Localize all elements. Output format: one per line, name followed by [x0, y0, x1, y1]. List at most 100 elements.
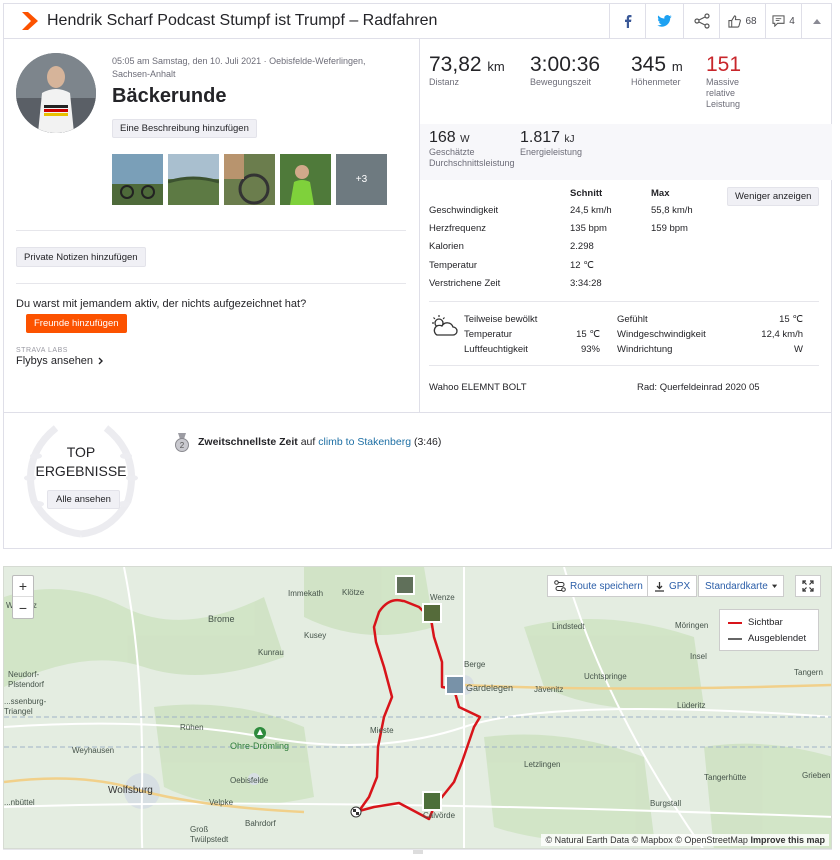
athlete-photo: [16, 53, 96, 133]
facebook-share-button[interactable]: [609, 3, 645, 39]
strava-chevron-icon: [22, 12, 38, 30]
fullscreen-button[interactable]: [795, 575, 821, 597]
map-resize-handle[interactable]: [3, 849, 832, 860]
facebook-icon: [625, 15, 632, 28]
town-label: Calvörde: [423, 811, 456, 820]
kudos-button[interactable]: 68: [719, 3, 765, 39]
map-photo-marker[interactable]: [445, 675, 465, 695]
table-row: Verstrichene Zeit 3:34:28: [429, 277, 602, 289]
col-header-avg: Schnitt: [570, 188, 603, 199]
town-label: ...nbüttel: [4, 798, 35, 807]
flybys-link[interactable]: Flybys ansehen: [16, 355, 104, 367]
town-label: Oebisfelde: [230, 776, 269, 785]
divider: [16, 283, 406, 284]
town-label: Uchtspringe: [584, 672, 627, 681]
map-photo-marker[interactable]: [422, 603, 442, 623]
gpx-button[interactable]: GPX: [647, 575, 698, 597]
device-name: Wahoo ELEMNT BOLT: [429, 382, 527, 393]
medal-icon: 2: [175, 433, 189, 452]
map-photo-marker[interactable]: [422, 791, 442, 811]
comments-button[interactable]: 4: [765, 3, 801, 39]
town-label: Bahrdorf: [245, 819, 276, 828]
town-label: Lüderitz: [677, 701, 706, 710]
add-friends-button[interactable]: Freunde hinzufügen: [26, 314, 127, 333]
town-label: Velpke: [209, 798, 234, 807]
stat-power: 168 W Geschätzte Durchschnittsleistung: [429, 129, 515, 168]
thumbs-up-icon: [728, 14, 742, 28]
group-prompt: Du warst mit jemandem aktiv, der nichts …: [16, 298, 307, 310]
page-title: Hendrik Scharf Podcast Stumpf ist Trumpf…: [47, 12, 438, 29]
route-map[interactable]: Klötze Immekath Brome Kusey Kunrau Wenze…: [3, 566, 832, 849]
segment-link[interactable]: climb to Stakenberg: [318, 436, 411, 448]
top-results-title: TOP ERGEBNISSE: [35, 444, 127, 479]
activity-location: Sachsen-Anhalt: [112, 69, 176, 79]
town-label: Grieben: [802, 771, 831, 780]
partly-cloudy-icon: [432, 315, 458, 336]
divider: [16, 230, 406, 231]
town-label: Neudorf-Plstendorf: [8, 670, 45, 689]
legend-visible[interactable]: Sichtbar: [728, 615, 810, 631]
private-notes-button[interactable]: Private Notizen hinzufügen: [16, 247, 146, 267]
caret-up-icon: [812, 19, 821, 24]
town-label: Mieste: [370, 726, 394, 735]
divider: [429, 301, 819, 302]
stat-relative-effort[interactable]: 151 Massive relative Leistung: [706, 53, 741, 110]
bike-name[interactable]: Rad: Querfeldeinrad 2020 05: [637, 382, 760, 393]
town-label: Tangerhütte: [704, 773, 747, 782]
map-attribution: © Natural Earth Data © Mapbox © OpenStre…: [541, 834, 829, 846]
chevron-right-icon: [98, 357, 104, 365]
photo-more-button[interactable]: +3: [336, 154, 387, 205]
town-label: Gardelegen: [466, 683, 514, 693]
achievement-line: Zweitschnellste Zeit auf climb to Staken…: [198, 436, 442, 448]
kudos-count: 68: [745, 15, 757, 27]
table-row: Kalorien 2.298: [429, 241, 594, 253]
town-label: Wenze: [430, 593, 455, 602]
stat-elevation: 345 m Höhenmeter: [631, 53, 683, 87]
twitter-share-button[interactable]: [645, 3, 683, 39]
town-label: Groß Twülpstedt: [190, 825, 229, 844]
column-divider: [419, 39, 420, 412]
avatar[interactable]: [16, 53, 96, 133]
town-label: Wolfsburg: [108, 785, 153, 796]
save-route-button[interactable]: Route speichern: [547, 575, 650, 597]
improve-map-link[interactable]: Improve this map: [750, 835, 825, 845]
share-button[interactable]: [683, 3, 719, 39]
comment-icon: [772, 15, 785, 27]
chevron-down-icon: [771, 584, 777, 588]
zoom-in-button[interactable]: +: [13, 576, 33, 597]
photo-thumbnail[interactable]: [280, 154, 331, 205]
town-label: Weyhausen: [72, 746, 115, 755]
strava-labs-label: STRAVA LABS: [16, 347, 68, 354]
legend-hidden[interactable]: Ausgeblendet: [728, 631, 810, 647]
activity-summary: 05:05 am Samstag, den 10. Juli 2021 · Oe…: [3, 39, 832, 549]
add-description-button[interactable]: Eine Beschreibung hinzufügen: [112, 119, 257, 138]
town-label: Lindstedt: [552, 622, 585, 631]
town-label: Insel: [690, 652, 707, 661]
town-label: Klötze: [342, 588, 365, 597]
map-style-select[interactable]: Standardkarte: [698, 575, 784, 597]
download-icon: [655, 581, 664, 592]
route-icon: [554, 580, 566, 592]
map-photo-marker[interactable]: [395, 575, 415, 595]
town-label: Kusey: [304, 631, 327, 640]
map-canvas[interactable]: [4, 567, 832, 849]
photo-thumbnail[interactable]: [168, 154, 219, 205]
photo-thumbnail[interactable]: [224, 154, 275, 205]
stat-energy: 1.817 kJ Energieleistung: [520, 129, 583, 157]
expand-icon: [802, 580, 814, 592]
town-label: ...ssenburg-Triangel: [4, 697, 47, 716]
drag-handle-icon: [412, 850, 423, 854]
town-label: Letzlingen: [524, 760, 561, 769]
share-icon: [693, 13, 710, 29]
stat-moving-time: 3:00:36 Bewegungszeit: [530, 53, 601, 87]
start-finish-flag-icon: [350, 806, 362, 818]
zoom-out-button[interactable]: −: [13, 597, 33, 618]
see-all-button[interactable]: Alle ansehen: [47, 490, 120, 509]
photo-thumbnail[interactable]: [112, 154, 163, 205]
town-label: Tangern: [794, 668, 823, 677]
weather-details: Teilweise bewölkt Temperatur 15 ℃ Luftfeu…: [464, 314, 600, 355]
activity-datetime: 05:05 am Samstag, den 10. Juli 2021 · Oe…: [112, 56, 366, 66]
twitter-icon: [657, 15, 672, 27]
collapse-button[interactable]: [801, 3, 831, 39]
table-row: Temperatur 12 ℃: [429, 259, 594, 271]
